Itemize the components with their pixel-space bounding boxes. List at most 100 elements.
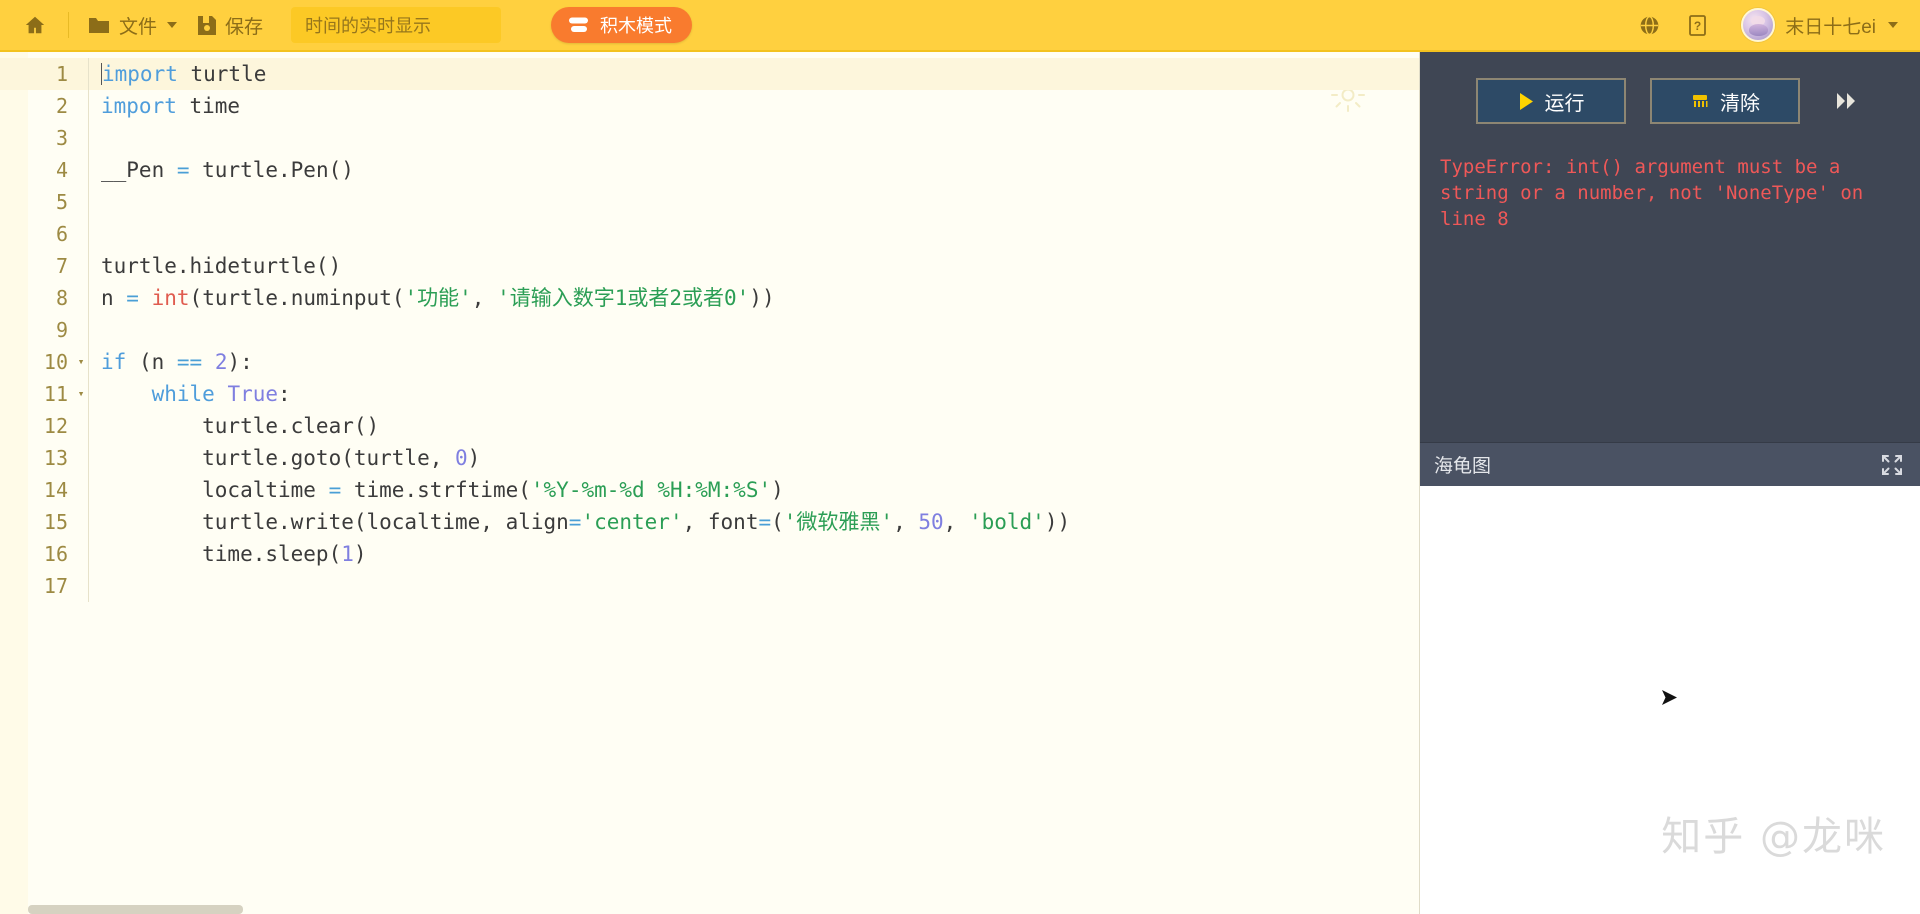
- line-number: 1: [55, 62, 68, 86]
- code-editor[interactable]: 1 import turtle 2 import time 3 4 __Pen = turt…: [0, 52, 1420, 914]
- clear-button[interactable]: 清除: [1650, 78, 1800, 124]
- folder-icon: [87, 15, 111, 35]
- editor-horizontal-scrollbar[interactable]: [28, 905, 243, 914]
- expand-icon: [1881, 454, 1903, 476]
- code-line[interactable]: 13 turtle.goto(turtle, 0): [0, 442, 1419, 474]
- save-disk-icon: [197, 15, 217, 36]
- code-line-text: [88, 218, 1419, 250]
- code-line[interactable]: 1 import turtle: [0, 58, 1419, 90]
- code-line[interactable]: 6: [0, 218, 1419, 250]
- project-title-input[interactable]: [291, 7, 502, 43]
- user-menu[interactable]: 末日十七ei: [1741, 3, 1904, 47]
- code-line-text: turtle.hideturtle(): [88, 250, 1419, 282]
- code-line-text: [88, 570, 1419, 602]
- console-panel: 运行 清除 TypeError: int() argument must be …: [1420, 52, 1920, 442]
- code-line[interactable]: 11 ▾ while True:: [0, 378, 1419, 410]
- line-number: 15: [43, 510, 68, 534]
- code-line[interactable]: 3: [0, 122, 1419, 154]
- code-line-text: n = int (turtle.numinput('功能', '请输入数字1或者2…: [88, 282, 1419, 314]
- code-line[interactable]: 15 turtle.write(localtime, align ='center…: [0, 506, 1419, 538]
- language-button[interactable]: [1627, 5, 1671, 45]
- app-root: 文件 保存 积木模式: [0, 0, 1920, 914]
- svg-text:?: ?: [1694, 19, 1701, 33]
- line-number: 6: [55, 222, 68, 246]
- play-icon: [1518, 92, 1535, 111]
- code-lines-container[interactable]: 1 import turtle 2 import time 3 4 __Pen = turt…: [0, 52, 1419, 602]
- home-button[interactable]: [10, 5, 60, 45]
- broom-icon: [1690, 92, 1710, 111]
- line-number: 14: [43, 478, 68, 502]
- code-line-text: import time: [88, 90, 1419, 122]
- toolbar-right-group: ? 末日十七ei: [1627, 3, 1904, 47]
- code-line-text: if (n == 2):: [88, 346, 1419, 378]
- code-line[interactable]: 4 __Pen = turtle.Pen(): [0, 154, 1419, 186]
- clear-label: 清除: [1720, 92, 1760, 115]
- fold-toggle-icon[interactable]: ▾: [74, 378, 88, 410]
- code-line[interactable]: 9: [0, 314, 1419, 346]
- avatar: [1741, 8, 1776, 42]
- code-line-text: time.sleep(1): [88, 538, 1419, 570]
- double-chevron-right-icon: [1836, 91, 1858, 111]
- console-error-message: TypeError: int() argument must be a stri…: [1440, 156, 1875, 231]
- code-line[interactable]: 14 localtime = time.strftime('%Y-%m-%d %…: [0, 474, 1419, 506]
- blocks-icon: [567, 15, 591, 35]
- help-icon: ?: [1687, 14, 1708, 37]
- fullscreen-button[interactable]: [1878, 451, 1906, 479]
- code-line[interactable]: 17: [0, 570, 1419, 602]
- line-number: 7: [55, 254, 68, 278]
- code-line-text: turtle.goto(turtle, 0): [88, 442, 1419, 474]
- help-button[interactable]: ?: [1675, 5, 1719, 45]
- line-number: 4: [55, 158, 68, 182]
- code-line[interactable]: 8 n = int (turtle.numinput('功能', '请输入数字1或者…: [0, 282, 1419, 314]
- right-panel: 运行 清除 TypeError: int() argument must be …: [1420, 52, 1920, 914]
- code-line[interactable]: 12 turtle.clear(): [0, 410, 1419, 442]
- file-menu-button[interactable]: 文件: [77, 5, 187, 45]
- code-line-text: import turtle: [88, 58, 1419, 90]
- save-label: 保存: [225, 16, 264, 38]
- line-number: 3: [55, 126, 68, 150]
- code-line[interactable]: 7 turtle.hideturtle(): [0, 250, 1419, 282]
- line-number: 5: [55, 190, 68, 214]
- line-number: 10: [43, 350, 68, 374]
- globe-icon: [1638, 14, 1661, 37]
- save-button[interactable]: 保存: [187, 5, 273, 45]
- code-line-text: turtle.write(localtime, align ='center', …: [88, 506, 1419, 538]
- turtle-canvas[interactable]: 知乎 @龙咪: [1420, 486, 1920, 914]
- line-number: 16: [43, 542, 68, 566]
- watermark-text: 知乎 @龙咪: [1661, 814, 1886, 860]
- run-button[interactable]: 运行: [1476, 78, 1626, 124]
- code-line[interactable]: 10 ▾ if (n == 2):: [0, 346, 1419, 378]
- code-line-text: __Pen = turtle.Pen(): [88, 154, 1419, 186]
- code-line-text: [88, 122, 1419, 154]
- code-line[interactable]: 16 time.sleep(1): [0, 538, 1419, 570]
- chevron-down-icon: [1888, 22, 1898, 28]
- turtle-cursor-icon: [1660, 689, 1680, 712]
- code-line-text: [88, 314, 1419, 346]
- line-number: 8: [55, 286, 68, 310]
- top-toolbar: 文件 保存 积木模式: [0, 0, 1920, 52]
- file-menu-label: 文件: [119, 16, 158, 38]
- code-line-text: turtle.clear(): [88, 410, 1419, 442]
- line-number: 9: [55, 318, 68, 342]
- fold-toggle-icon[interactable]: ▾: [74, 346, 88, 378]
- chevron-down-icon: [167, 22, 178, 28]
- block-mode-toggle[interactable]: 积木模式: [551, 7, 693, 43]
- turtle-panel-header: 海龟图: [1420, 442, 1920, 486]
- code-line[interactable]: 5: [0, 186, 1419, 218]
- run-label: 运行: [1544, 92, 1585, 115]
- code-line-text: [88, 186, 1419, 218]
- block-mode-label: 积木模式: [600, 16, 673, 36]
- code-line-text: while True:: [88, 378, 1419, 410]
- line-number: 13: [43, 446, 68, 470]
- code-line-text: localtime = time.strftime('%Y-%m-%d %H:%…: [88, 474, 1419, 506]
- turtle-panel-title: 海龟图: [1434, 456, 1492, 477]
- home-icon: [24, 14, 46, 36]
- main-area: 1 import turtle 2 import time 3 4 __Pen = turt…: [0, 52, 1920, 914]
- line-number: 12: [43, 414, 68, 438]
- code-line[interactable]: 2 import time: [0, 90, 1419, 122]
- toolbar-divider: [68, 12, 69, 38]
- user-name-label: 末日十七ei: [1785, 16, 1876, 38]
- line-number: 17: [43, 574, 68, 598]
- line-number: 2: [55, 94, 68, 118]
- collapse-panel-button[interactable]: [1830, 81, 1864, 121]
